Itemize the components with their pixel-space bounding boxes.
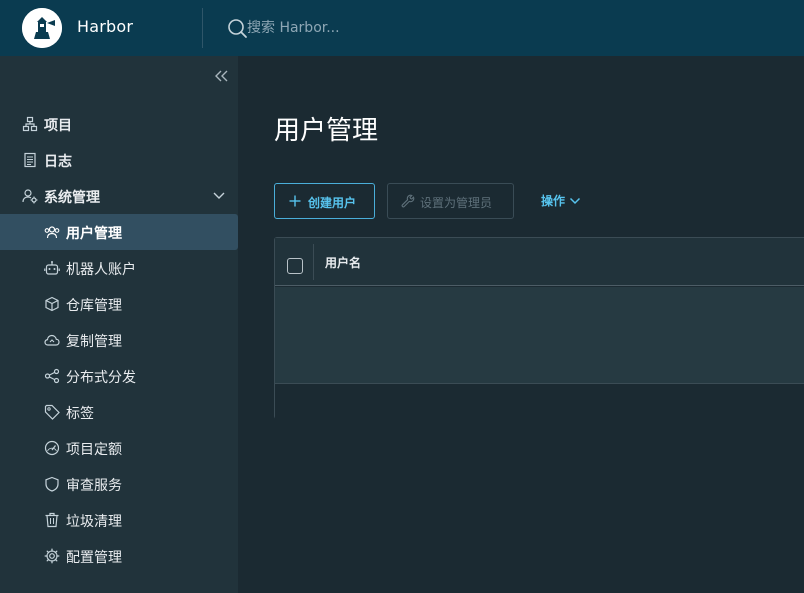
app-title[interactable]: Harbor xyxy=(77,17,133,36)
sidebar-item-label: 审查服务 xyxy=(66,478,122,494)
set-admin-label: 设置为管理员 xyxy=(420,196,493,210)
page-title: 用户管理 xyxy=(274,116,379,146)
sidebar-item-logs[interactable]: 日志 xyxy=(0,142,238,178)
sidebar-item-labels[interactable]: 标签 xyxy=(0,394,238,430)
search-icon[interactable] xyxy=(226,17,248,39)
main-content: 用户管理 创建用户 设置为管理员 操作 用户名 xyxy=(238,56,804,593)
plus-icon xyxy=(289,195,301,207)
sidebar-item-projects[interactable]: 项目 xyxy=(0,106,238,142)
robot-icon xyxy=(44,261,60,275)
sidebar-item-user-management[interactable]: 用户管理 xyxy=(0,214,238,250)
sidebar-item-label: 标签 xyxy=(66,406,94,422)
search-input[interactable] xyxy=(247,15,507,41)
sidebar-item-distributions[interactable]: 分布式分发 xyxy=(0,358,238,394)
app-header: Harbor xyxy=(0,0,804,56)
sidebar-item-registries[interactable]: 仓库管理 xyxy=(0,286,238,322)
column-separator xyxy=(313,244,314,280)
box-icon xyxy=(45,296,59,312)
sidebar-item-label: 日志 xyxy=(44,154,72,170)
sidebar-item-robot-accounts[interactable]: 机器人账户 xyxy=(0,250,238,286)
sidebar-item-label: 系统管理 xyxy=(44,190,100,206)
actions-dropdown[interactable]: 操作 xyxy=(541,192,581,209)
wrench-icon xyxy=(401,194,415,208)
sidebar-item-label: 项目定额 xyxy=(66,442,122,458)
log-icon xyxy=(24,152,36,168)
sidebar-item-project-quotas[interactable]: 项目定额 xyxy=(0,430,238,466)
users-table: 用户名 xyxy=(274,237,804,419)
trash-icon xyxy=(45,512,59,528)
gauge-icon xyxy=(44,440,60,456)
project-icon xyxy=(22,116,38,132)
sidebar-item-label: 复制管理 xyxy=(66,334,122,350)
admin-icon xyxy=(22,189,38,204)
create-user-label: 创建用户 xyxy=(308,196,357,210)
sidebar-item-label: 垃圾清理 xyxy=(66,514,122,530)
cloud-icon xyxy=(44,334,60,346)
chevron-down-icon xyxy=(569,197,581,204)
table-header: 用户名 xyxy=(275,238,804,286)
collapse-sidebar-icon[interactable] xyxy=(212,68,230,84)
sidebar-item-label: 分布式分发 xyxy=(66,370,136,386)
header-divider xyxy=(202,8,203,48)
column-header-username[interactable]: 用户名 xyxy=(325,254,361,271)
sidebar-item-garbage-collection[interactable]: 垃圾清理 xyxy=(0,502,238,538)
sidebar-item-interrogation-services[interactable]: 审查服务 xyxy=(0,466,238,502)
tag-icon xyxy=(44,404,60,420)
gear-icon xyxy=(44,548,60,564)
sidebar-item-configuration[interactable]: 配置管理 xyxy=(0,538,238,574)
set-admin-button[interactable]: 设置为管理员 xyxy=(387,183,514,219)
select-all-checkbox[interactable] xyxy=(287,258,303,274)
sidebar-item-label: 机器人账户 xyxy=(66,262,136,278)
sidebar-item-label: 项目 xyxy=(44,118,72,134)
sidebar-item-label: 用户管理 xyxy=(66,226,122,242)
sidebar-item-label: 仓库管理 xyxy=(66,298,122,314)
chevron-down-icon[interactable] xyxy=(212,190,226,202)
share-icon xyxy=(44,368,60,384)
sidebar-item-administration[interactable]: 系统管理 xyxy=(0,178,238,214)
harbor-logo-icon[interactable] xyxy=(22,8,62,48)
users-icon xyxy=(44,226,60,239)
sidebar-item-label: 配置管理 xyxy=(66,550,122,566)
sidebar-item-replications[interactable]: 复制管理 xyxy=(0,322,238,358)
sidebar: 项目 日志 系统管理 用户管理 机器人账户 仓库管理 复制管理 分布式分发 标签… xyxy=(0,56,238,593)
table-body-empty xyxy=(275,287,804,383)
create-user-button[interactable]: 创建用户 xyxy=(274,183,375,219)
actions-label: 操作 xyxy=(541,194,566,208)
shield-icon xyxy=(45,476,59,492)
table-footer xyxy=(275,383,804,419)
